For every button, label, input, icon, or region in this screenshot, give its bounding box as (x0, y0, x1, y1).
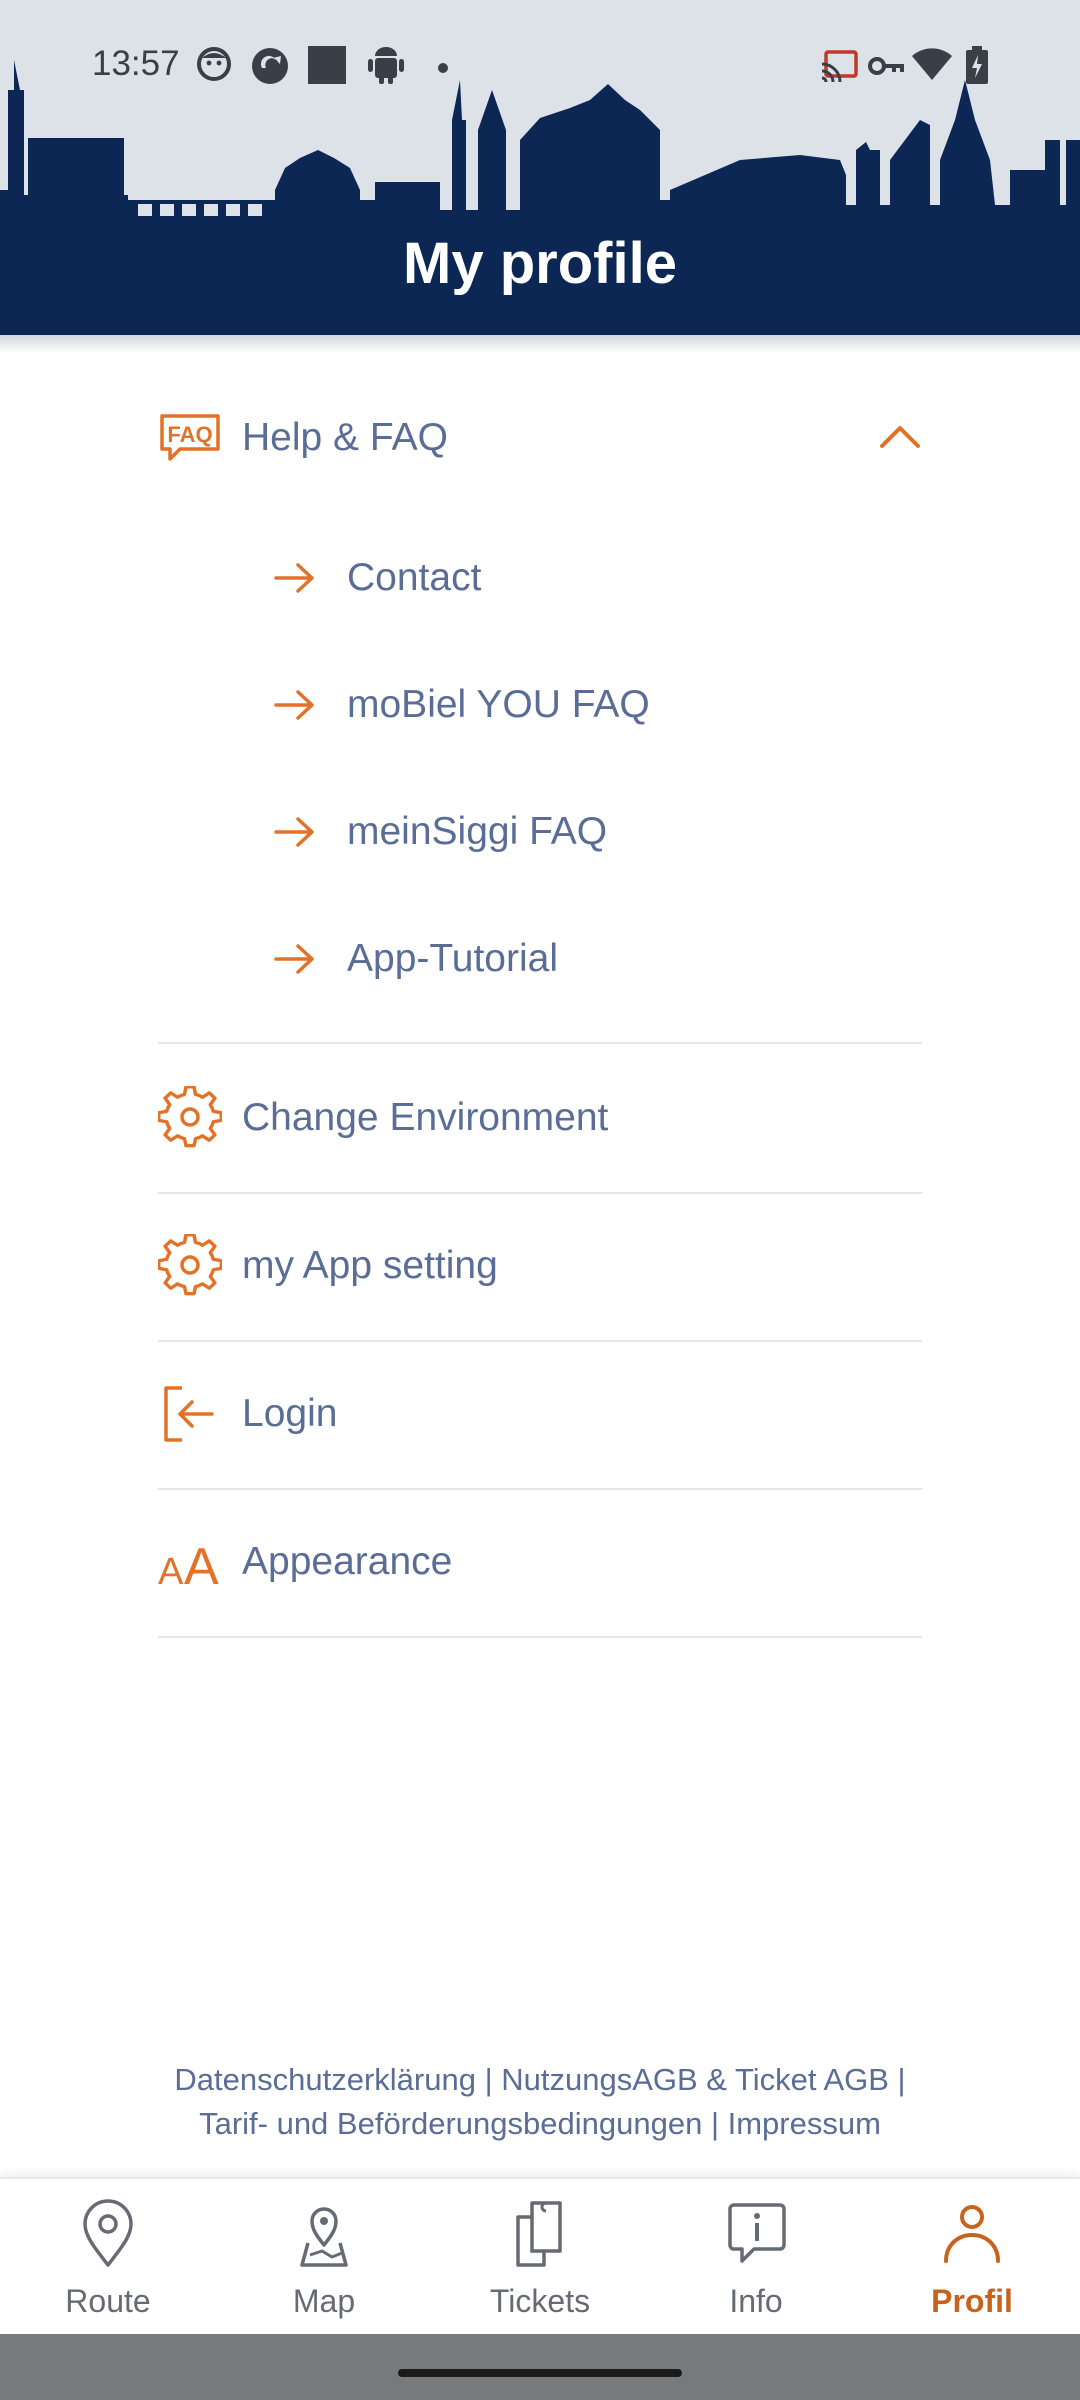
sub-item-meinsiggi-faq[interactable]: meinSiggi FAQ (274, 768, 922, 895)
chevron-up-icon[interactable] (878, 416, 922, 460)
nav-label: Route (65, 2283, 151, 2319)
sub-item-label: moBiel YOU FAQ (347, 682, 650, 726)
text-size-icon: A A (158, 1530, 222, 1594)
nav-map[interactable]: Map (216, 2179, 432, 2336)
more-notifications-dot-icon (438, 60, 448, 78)
nav-label: Tickets (489, 2283, 591, 2319)
sub-item-label: Contact (347, 555, 482, 599)
user-icon (940, 2199, 1004, 2269)
nav-label: Profil (931, 2283, 1013, 2319)
nav-label: Map (292, 2283, 356, 2319)
header-shadow (0, 335, 1080, 353)
arrow-right-icon (274, 557, 316, 599)
map-pin-icon (292, 2199, 356, 2269)
sync-notification-icon (250, 46, 290, 91)
status-time: 13:57 (92, 44, 180, 83)
menu-item-label: Appearance (242, 1540, 453, 1583)
change-environment-row[interactable]: Change Environment (158, 1044, 922, 1194)
menu-item-label: my App setting (242, 1244, 498, 1287)
login-icon (158, 1382, 222, 1446)
location-pin-icon (76, 2199, 140, 2269)
nav-profil[interactable]: Profil (864, 2179, 1080, 2336)
nav-tickets[interactable]: Tickets (432, 2179, 648, 2336)
sub-item-mobiel-you-faq[interactable]: moBiel YOU FAQ (274, 641, 922, 768)
menu-item-label: Login (242, 1392, 338, 1435)
nav-route[interactable]: Route (0, 2179, 216, 2336)
faq-icon: FAQ (158, 406, 222, 470)
gear-icon (158, 1086, 222, 1150)
sub-item-contact[interactable]: Contact (274, 514, 922, 641)
system-navigation-bar (0, 2334, 1080, 2400)
ticket-icon (508, 2199, 572, 2269)
login-row[interactable]: Login (158, 1340, 922, 1490)
arrow-right-icon (274, 938, 316, 980)
appearance-row[interactable]: A A Appearance (158, 1488, 922, 1638)
square-notification-icon (308, 46, 346, 89)
status-bar: 13:57 (0, 0, 1080, 134)
nav-info[interactable]: Info (648, 2179, 864, 2336)
header: 13:57 My profile (0, 0, 1080, 335)
nav-label: Info (729, 2283, 783, 2319)
legal-links[interactable]: Datenschutzerklärung | NutzungsAGB & Tic… (0, 2058, 1080, 2146)
svg-text:FAQ: FAQ (167, 422, 212, 447)
page-title: My profile (403, 231, 677, 296)
arrow-right-icon (274, 811, 316, 853)
legal-links-line-1[interactable]: Datenschutzerklärung | NutzungsAGB & Tic… (0, 2058, 1080, 2102)
home-indicator[interactable] (398, 2369, 682, 2377)
info-bubble-icon (724, 2199, 788, 2269)
wifi-icon (912, 48, 952, 85)
arrow-right-icon (274, 684, 316, 726)
legal-links-line-2[interactable]: Tarif- und Beförderungsbedingungen | Imp… (0, 2102, 1080, 2146)
android-icon (368, 46, 404, 89)
gear-icon (158, 1234, 222, 1298)
sub-item-label: meinSiggi FAQ (347, 809, 608, 853)
help-faq-row[interactable]: FAQ Help & FAQ (158, 364, 922, 512)
my-app-setting-row[interactable]: my App setting (158, 1192, 922, 1342)
vpn-key-icon (868, 54, 906, 83)
svg-text:A: A (184, 1538, 219, 1590)
sub-item-label: App-Tutorial (347, 936, 558, 980)
face-notification-icon (196, 46, 232, 87)
menu-item-label: Change Environment (242, 1096, 609, 1139)
bottom-navigation: Route Map Tickets Info Profil (0, 2177, 1080, 2336)
sub-item-app-tutorial[interactable]: App-Tutorial (274, 895, 922, 1022)
cast-icon (820, 50, 858, 87)
help-faq-label: Help & FAQ (242, 416, 448, 459)
svg-text:A: A (158, 1551, 184, 1590)
battery-charging-icon (966, 46, 988, 89)
